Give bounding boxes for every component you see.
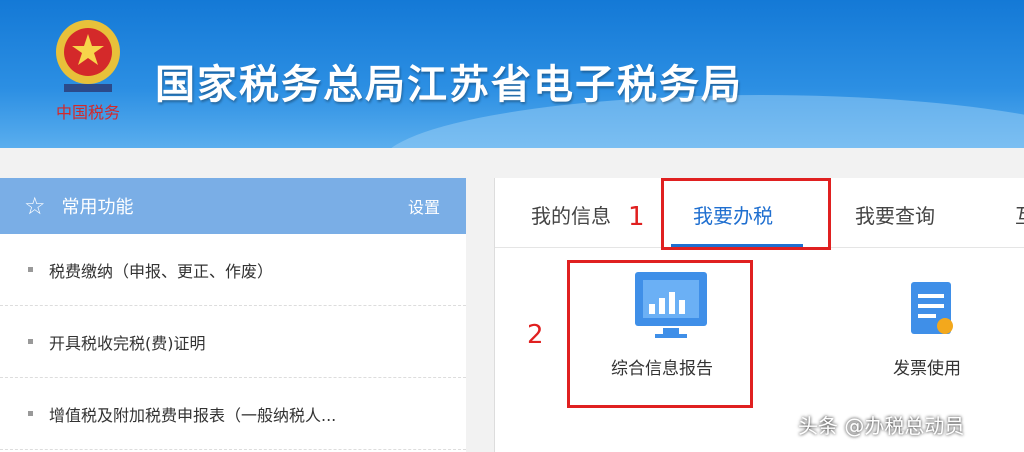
tile-label-report[interactable]: 综合信息报告: [611, 354, 713, 379]
annotation-number-2: 2: [527, 320, 544, 350]
list-item-label: 税费缴纳（申报、更正、作废）: [49, 261, 274, 281]
settings-link[interactable]: 设置: [408, 194, 440, 218]
list-item[interactable]: 增值税及附加税费申报表（一般纳税人...: [0, 378, 466, 450]
annotation-box-1: [661, 178, 831, 250]
site-header: 中国税务 国家税务总局江苏省电子税务局: [0, 0, 1024, 148]
list-item-label: 增值税及附加税费申报表（一般纳税人...: [49, 405, 337, 425]
common-functions-title: 常用功能: [61, 197, 134, 218]
list-item[interactable]: 开具税收完税(费)证明: [0, 306, 466, 378]
list-item-label: 开具税收完税(费)证明: [49, 333, 206, 353]
site-title: 国家税务总局江苏省电子税务局: [155, 62, 743, 108]
tab-query[interactable]: 我要查询: [855, 200, 935, 229]
bullet-icon: [28, 339, 33, 344]
star-icon[interactable]: ☆: [24, 192, 46, 220]
emblem-text: 中国税务: [56, 103, 120, 122]
tax-emblem-icon: 中国税务: [56, 20, 120, 122]
invoice-icon[interactable]: [909, 280, 955, 336]
annotation-number-1: 1: [628, 202, 645, 232]
watermark: 头条 @办税总动员: [798, 414, 965, 438]
common-functions-header: ☆ 常用功能 设置: [0, 178, 466, 234]
tab-more[interactable]: 互: [1015, 200, 1024, 229]
report-icon[interactable]: [633, 270, 709, 342]
bullet-icon: [28, 267, 33, 272]
tab-my-info[interactable]: 我的信息: [531, 200, 611, 229]
bullet-icon: [28, 411, 33, 416]
list-item[interactable]: 税费缴纳（申报、更正、作废）: [0, 234, 466, 306]
tile-label-invoice[interactable]: 发票使用: [893, 354, 961, 379]
common-functions-panel: ☆ 常用功能 设置 税费缴纳（申报、更正、作废） 开具税收完税(费)证明 增值税…: [0, 178, 466, 452]
